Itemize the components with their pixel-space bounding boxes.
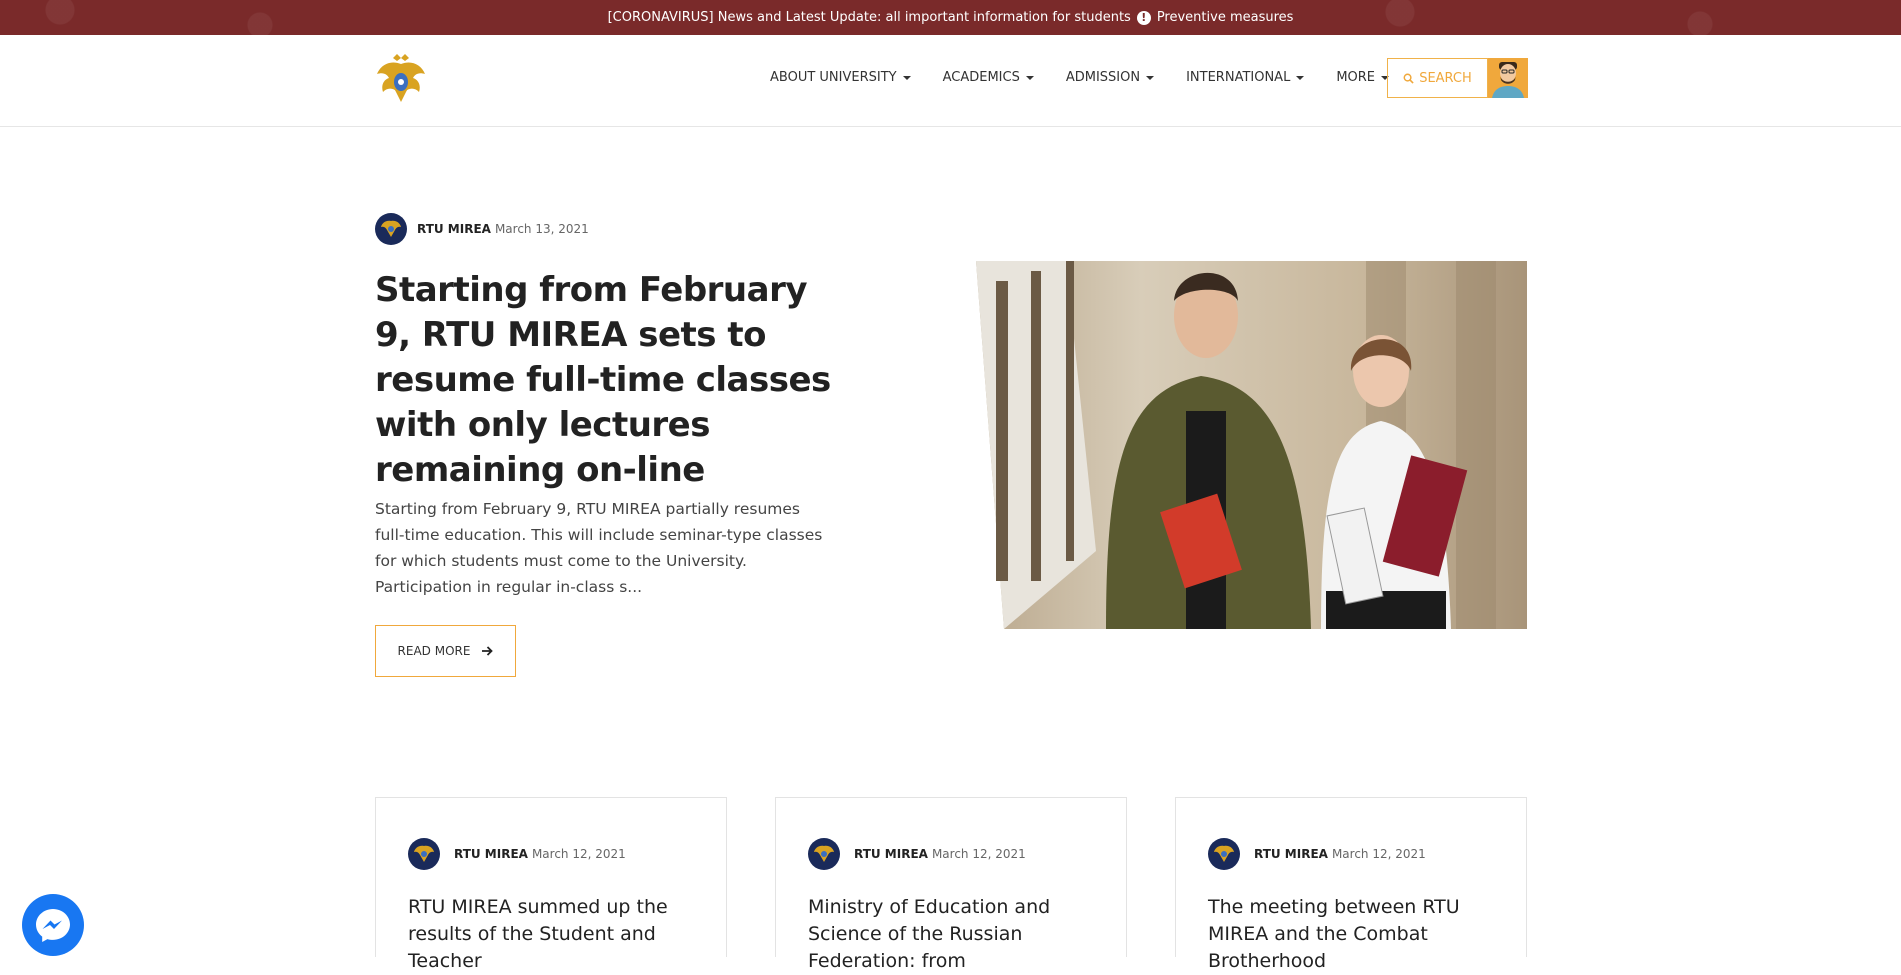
search-label: SEARCH (1419, 70, 1472, 86)
author-name[interactable]: RTU MIREA (454, 847, 528, 861)
messenger-icon (36, 909, 70, 942)
hero-image[interactable] (976, 261, 1527, 629)
main-nav: ABOUT UNIVERSITY ACADEMICS ADMISSION INT… (770, 70, 1390, 85)
nav-academics[interactable]: ACADEMICS (943, 70, 1034, 85)
post-date: March 12, 2021 (1331, 847, 1426, 861)
announcement-text[interactable]: [CORONAVIRUS] News and Latest Update: al… (608, 10, 1131, 25)
search-button[interactable]: SEARCH (1387, 58, 1488, 98)
arrow-right-icon (482, 646, 494, 656)
nav-international[interactable]: INTERNATIONAL (1186, 70, 1305, 85)
caret-down-icon (1025, 75, 1034, 80)
caret-down-icon (1296, 75, 1305, 80)
card-title[interactable]: Ministry of Education and Science of the… (808, 894, 1098, 975)
exclamation-icon: ! (1136, 10, 1151, 25)
university-logo[interactable] (375, 52, 427, 108)
hero-meta: RTU MIREA March 13, 2021 (375, 213, 589, 245)
author-avatar (1208, 838, 1240, 870)
nav-admission[interactable]: ADMISSION (1065, 70, 1155, 85)
card-meta: RTU MIREA March 12, 2021 (1208, 838, 1426, 870)
nav-label: MORE (1336, 70, 1376, 85)
author-name[interactable]: RTU MIREA (417, 222, 491, 236)
author-name[interactable]: RTU MIREA (854, 847, 928, 861)
search-icon (1403, 73, 1414, 84)
nav-label: ADMISSION (1065, 70, 1141, 85)
card-meta: RTU MIREA March 12, 2021 (408, 838, 626, 870)
nav-more[interactable]: MORE (1336, 70, 1390, 85)
nav-label: INTERNATIONAL (1186, 70, 1291, 85)
hero-title[interactable]: Starting from February 9, RTU MIREA sets… (375, 268, 845, 493)
preventive-measures-link[interactable]: Preventive measures (1157, 10, 1294, 25)
nav-about-university[interactable]: ABOUT UNIVERSITY (770, 70, 911, 85)
caret-down-icon (1146, 75, 1155, 80)
nav-label: ABOUT UNIVERSITY (770, 70, 897, 85)
caret-down-icon (902, 75, 911, 80)
announcement-bar: [CORONAVIRUS] News and Latest Update: al… (0, 0, 1901, 35)
hero-excerpt: Starting from February 9, RTU MIREA part… (375, 500, 823, 596)
post-date: March 12, 2021 (931, 847, 1026, 861)
read-more-button[interactable]: READ MORE (375, 625, 516, 677)
read-more-label: READ MORE (397, 644, 471, 658)
news-card[interactable]: RTU MIREA March 12, 2021 The meeting bet… (1175, 797, 1527, 972)
post-date: March 12, 2021 (531, 847, 626, 861)
news-card[interactable]: RTU MIREA March 12, 2021 Ministry of Edu… (775, 797, 1127, 972)
author-name[interactable]: RTU MIREA (1254, 847, 1328, 861)
author-avatar (808, 838, 840, 870)
card-meta: RTU MIREA March 12, 2021 (808, 838, 1026, 870)
accessibility-avatar-button[interactable] (1488, 58, 1528, 98)
site-header: ABOUT UNIVERSITY ACADEMICS ADMISSION INT… (0, 35, 1901, 127)
nav-label: ACADEMICS (942, 70, 1020, 85)
card-title[interactable]: The meeting between RTU MIREA and the Co… (1208, 894, 1498, 975)
author-avatar (375, 213, 407, 245)
post-date: March 13, 2021 (494, 222, 589, 236)
author-avatar (408, 838, 440, 870)
news-card[interactable]: RTU MIREA March 12, 2021 RTU MIREA summe… (375, 797, 727, 972)
card-title[interactable]: RTU MIREA summed up the results of the S… (408, 894, 698, 975)
